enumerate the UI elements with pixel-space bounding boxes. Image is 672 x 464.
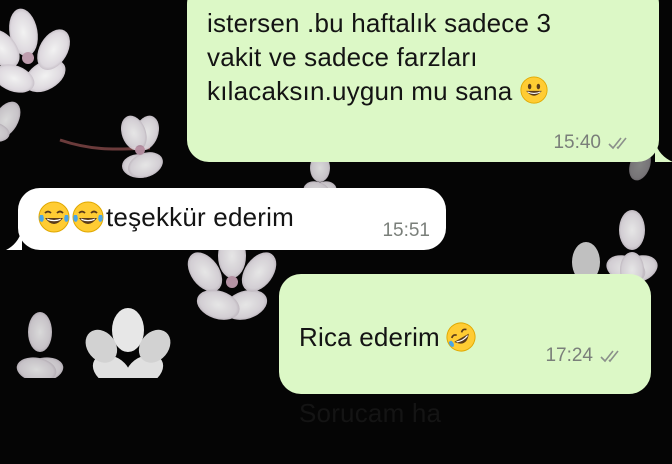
message-bubble-incoming[interactable]: teşekkür ederim 15:51 xyxy=(6,188,446,250)
face-with-tears-of-joy-emoji-icon xyxy=(72,201,104,233)
rolling-on-floor-laughing-emoji-icon xyxy=(446,322,476,352)
message-body: istersen .bu haftalık sadece 3 vakit ve … xyxy=(207,8,552,106)
grinning-face-emoji-icon xyxy=(520,76,548,104)
bubble-tail xyxy=(655,142,672,162)
message-body-line1: Rica ederim xyxy=(299,322,440,352)
message-meta: 15:51 xyxy=(382,221,430,241)
message-time: 17:24 xyxy=(545,345,593,366)
face-with-tears-of-joy-emoji-icon xyxy=(38,201,70,233)
message-meta: 17:24 xyxy=(545,346,625,366)
double-check-read-icon xyxy=(600,350,619,363)
message-text: Rica ederim Sorucam ha xyxy=(299,286,631,464)
message-text: istersen .bu haftalık sadece 3 vakit ve … xyxy=(207,0,639,108)
message-meta: 15:40 xyxy=(553,133,633,153)
message-body: teşekkür ederim xyxy=(106,202,294,232)
message-body-line2: Sorucam ha xyxy=(299,398,442,428)
message-text: teşekkür ederim xyxy=(38,200,428,234)
message-time: 15:51 xyxy=(382,220,430,241)
bubble-tail xyxy=(6,230,22,250)
message-bubble-outgoing[interactable]: istersen .bu haftalık sadece 3 vakit ve … xyxy=(187,0,672,162)
message-time: 15:40 xyxy=(553,132,601,153)
message-bubble-outgoing[interactable]: Rica ederim Sorucam ha 17:24 xyxy=(279,274,651,428)
double-check-read-icon xyxy=(608,137,627,150)
